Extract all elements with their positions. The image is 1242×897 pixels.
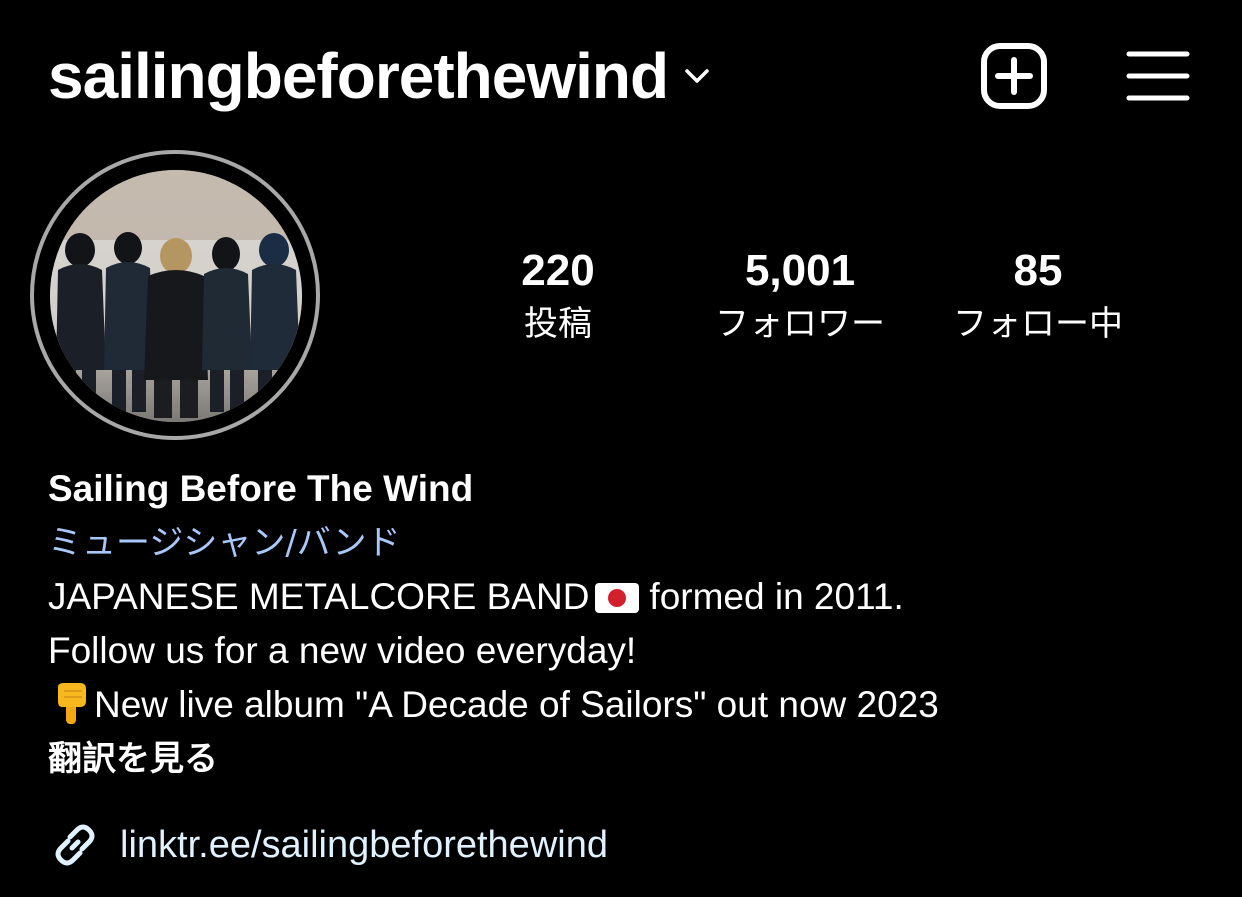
bio-line-3-text: New live album "A Decade of Sailors" out… [94,684,939,725]
plus-square-icon[interactable] [980,42,1048,110]
following-label: フォロー中 [953,304,1123,344]
username: sailingbeforethewind [48,40,669,112]
pointing-down-hand-icon [58,683,86,724]
stat-posts[interactable]: 220 投稿 [488,244,628,348]
bio: Sailing Before The Wind ミュージシャン/バンド JAPA… [48,462,1218,786]
bio-line-1: JAPANESE METALCORE BAND formed in 2011. [48,570,1218,624]
link-icon [55,824,95,866]
profile-link[interactable]: linktr.ee/sailingbeforethewind [48,818,608,872]
bio-line-3: New live album "A Decade of Sailors" out… [48,678,1218,732]
chevron-down-icon [685,69,709,83]
followers-count: 5,001 [744,246,856,295]
display-name: Sailing Before The Wind [48,468,474,509]
category-label[interactable]: ミュージシャン/バンド [48,516,1218,570]
following-count: 85 [1013,246,1063,295]
bio-line-2: Follow us for a new video everyday! [48,630,637,671]
stat-following[interactable]: 85 フォロー中 [932,244,1144,348]
stat-followers[interactable]: 5,001 フォロワー [692,244,908,348]
account-switcher[interactable]: sailingbeforethewind [48,36,712,116]
link-text[interactable]: linktr.ee/sailingbeforethewind [120,818,608,872]
posts-label: 投稿 [524,304,592,344]
top-bar: sailingbeforethewind [0,0,1242,150]
bio-line-1-text: JAPANESE METALCORE BAND [48,576,590,617]
see-translation-link[interactable]: 翻訳を見る [48,732,1218,786]
hamburger-menu-icon[interactable] [1125,46,1191,106]
followers-label: フォロワー [715,304,885,344]
posts-count: 220 [521,246,595,295]
bio-line-1-suffix: formed in 2011. [649,576,904,617]
avatar[interactable] [50,170,302,422]
japan-flag-icon [595,583,640,613]
avatar-photo [50,170,302,422]
